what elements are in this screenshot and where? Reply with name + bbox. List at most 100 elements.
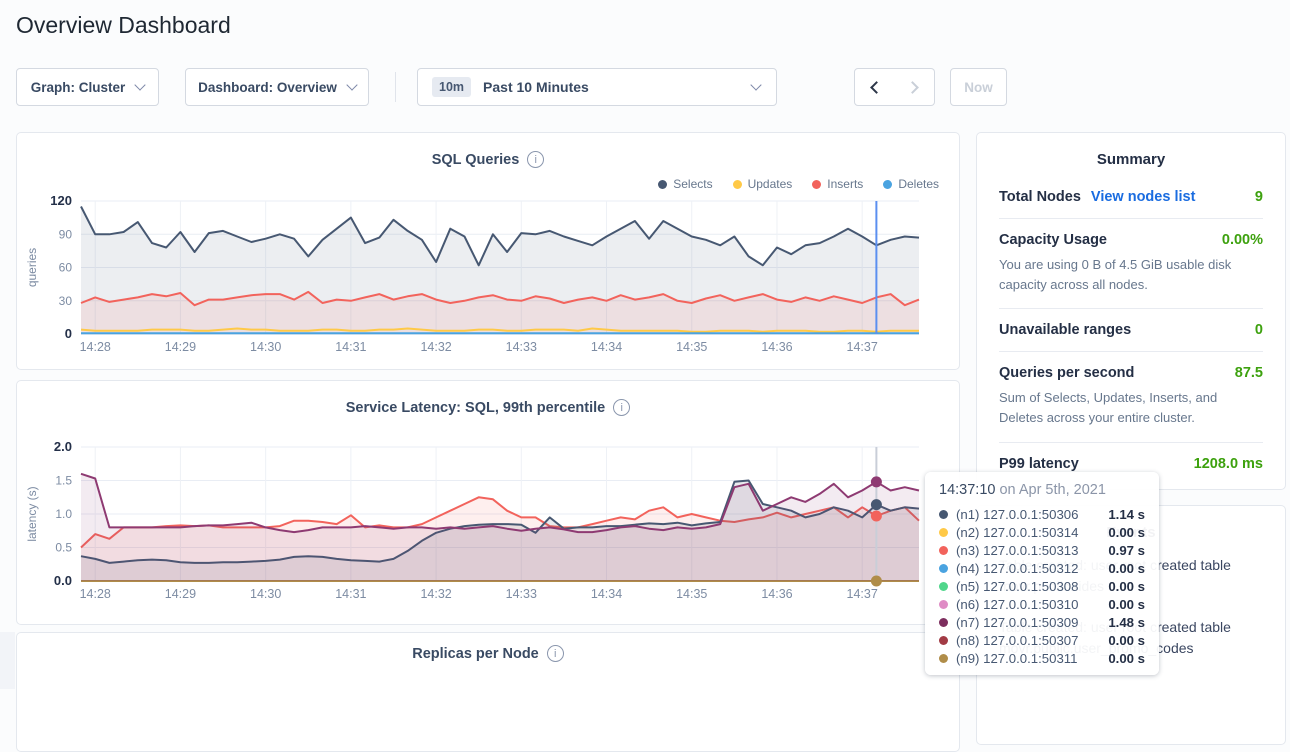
graph-dropdown-label: Graph: Cluster bbox=[31, 80, 126, 95]
svg-text:0.5: 0.5 bbox=[55, 541, 72, 555]
svg-text:30: 30 bbox=[59, 294, 73, 308]
sql-chart-canvas[interactable]: 030609012014:2814:2914:3014:3114:3214:33… bbox=[17, 133, 959, 369]
summary-row-capacity: Capacity Usage 0.00% You are using 0 B o… bbox=[999, 219, 1263, 309]
tooltip-rows: (n1) 127.0.0.1:503061.14 s(n2) 127.0.0.1… bbox=[939, 505, 1145, 667]
node-color-dot bbox=[939, 546, 948, 555]
svg-text:14:33: 14:33 bbox=[506, 340, 537, 354]
capacity-desc: You are using 0 B of 4.5 GiB usable disk… bbox=[999, 255, 1263, 295]
time-range-badge: 10m bbox=[432, 77, 471, 97]
node-value: 0.00 s bbox=[1108, 633, 1145, 648]
node-value: 0.00 s bbox=[1108, 561, 1145, 576]
svg-text:14:30: 14:30 bbox=[250, 340, 281, 354]
total-nodes-label: Total Nodes bbox=[999, 189, 1081, 205]
node-address: (n8) 127.0.0.1:50307 bbox=[956, 633, 1108, 648]
replicas-title-text: Replicas per Node bbox=[412, 646, 539, 662]
svg-text:14:33: 14:33 bbox=[506, 587, 537, 601]
dashboard-dropdown-label: Dashboard: Overview bbox=[198, 80, 337, 95]
dashboard-dropdown[interactable]: Dashboard: Overview bbox=[185, 68, 369, 106]
view-nodes-list-link[interactable]: View nodes list bbox=[1091, 189, 1196, 205]
svg-text:14:32: 14:32 bbox=[420, 587, 451, 601]
qps-value: 87.5 bbox=[1235, 365, 1263, 381]
node-color-dot bbox=[939, 654, 948, 663]
tooltip-node-row: (n4) 127.0.0.1:503120.00 s bbox=[939, 559, 1145, 577]
service-latency-card: Service Latency: SQL, 99th percentile i … bbox=[16, 380, 960, 625]
chevron-right-icon bbox=[906, 81, 919, 94]
tooltip-date: on Apr 5th, 2021 bbox=[995, 482, 1105, 498]
page: Overview Dashboard Graph: Cluster Dashbo… bbox=[0, 0, 1290, 689]
chart-svg: 030609012014:2814:2914:3014:3114:3214:33… bbox=[17, 133, 959, 369]
tooltip-node-row: (n7) 127.0.0.1:503091.48 s bbox=[939, 613, 1145, 631]
replicas-per-node-card: Replicas per Node i bbox=[16, 632, 960, 752]
graph-dropdown[interactable]: Graph: Cluster bbox=[16, 68, 159, 106]
chart-hover-tooltip: 14:37:10 on Apr 5th, 2021 (n1) 127.0.0.1… bbox=[925, 472, 1159, 675]
svg-text:14:36: 14:36 bbox=[761, 340, 792, 354]
svg-text:14:29: 14:29 bbox=[165, 340, 196, 354]
time-next-button[interactable] bbox=[894, 68, 935, 106]
latency-chart-canvas[interactable]: 0.00.51.01.52.014:2814:2914:3014:3114:32… bbox=[17, 381, 959, 624]
node-address: (n6) 127.0.0.1:50310 bbox=[956, 597, 1108, 612]
tooltip-timestamp: 14:37:10 on Apr 5th, 2021 bbox=[939, 482, 1145, 498]
node-color-dot bbox=[939, 618, 948, 627]
total-nodes-value: 9 bbox=[1255, 189, 1263, 205]
svg-text:latency (s): latency (s) bbox=[25, 486, 39, 541]
svg-text:2.0: 2.0 bbox=[54, 439, 72, 454]
capacity-value: 0.00% bbox=[1222, 232, 1263, 248]
svg-text:14:31: 14:31 bbox=[335, 340, 366, 354]
node-value: 0.00 s bbox=[1108, 597, 1145, 612]
node-value: 1.14 s bbox=[1108, 507, 1145, 522]
unavailable-ranges-label: Unavailable ranges bbox=[999, 322, 1131, 338]
chevron-down-icon bbox=[135, 79, 146, 90]
svg-text:14:30: 14:30 bbox=[250, 587, 281, 601]
node-address: (n3) 127.0.0.1:50313 bbox=[956, 543, 1108, 558]
replicas-title: Replicas per Node i bbox=[17, 633, 959, 662]
node-value: 0.00 s bbox=[1108, 525, 1145, 540]
summary-row-unavailable: Unavailable ranges 0 bbox=[999, 309, 1263, 352]
svg-text:14:37: 14:37 bbox=[847, 587, 878, 601]
tooltip-node-row: (n5) 127.0.0.1:503080.00 s bbox=[939, 577, 1145, 595]
svg-text:1.5: 1.5 bbox=[55, 474, 72, 488]
node-color-dot bbox=[939, 582, 948, 591]
node-address: (n7) 127.0.0.1:50309 bbox=[956, 615, 1108, 630]
node-color-dot bbox=[939, 510, 948, 519]
node-value: 0.97 s bbox=[1108, 543, 1145, 558]
svg-text:14:31: 14:31 bbox=[335, 587, 366, 601]
svg-text:14:37: 14:37 bbox=[847, 340, 878, 354]
node-color-dot bbox=[939, 564, 948, 573]
page-title: Overview Dashboard bbox=[16, 12, 231, 39]
svg-text:60: 60 bbox=[59, 261, 73, 275]
summary-card: Summary Total Nodes View nodes list 9 Ca… bbox=[976, 132, 1286, 490]
info-icon[interactable]: i bbox=[547, 645, 564, 662]
node-address: (n2) 127.0.0.1:50314 bbox=[956, 525, 1108, 540]
svg-text:14:29: 14:29 bbox=[165, 587, 196, 601]
time-prev-button[interactable] bbox=[854, 68, 895, 106]
sql-queries-card: SQL Queries i SelectsUpdatesInsertsDelet… bbox=[16, 132, 960, 370]
svg-text:14:36: 14:36 bbox=[761, 587, 792, 601]
svg-text:120: 120 bbox=[50, 193, 72, 208]
node-address: (n4) 127.0.0.1:50312 bbox=[956, 561, 1108, 576]
svg-text:1.0: 1.0 bbox=[55, 507, 72, 521]
svg-text:0.0: 0.0 bbox=[54, 573, 72, 588]
tooltip-time: 14:37:10 bbox=[939, 482, 995, 498]
p99-latency-value: 1208.0 ms bbox=[1194, 456, 1263, 472]
node-value: 0.00 s bbox=[1108, 579, 1145, 594]
tooltip-node-row: (n2) 127.0.0.1:503140.00 s bbox=[939, 523, 1145, 541]
chart-svg: 0.00.51.01.52.014:2814:2914:3014:3114:32… bbox=[17, 381, 959, 624]
capacity-label: Capacity Usage bbox=[999, 232, 1107, 248]
node-value: 1.48 s bbox=[1108, 615, 1145, 630]
tooltip-node-row: (n9) 127.0.0.1:503110.00 s bbox=[939, 649, 1145, 667]
now-button[interactable]: Now bbox=[950, 68, 1007, 106]
svg-text:queries: queries bbox=[25, 248, 39, 287]
time-range-label: Past 10 Minutes bbox=[483, 79, 589, 95]
tooltip-node-row: (n1) 127.0.0.1:503061.14 s bbox=[939, 505, 1145, 523]
svg-text:14:32: 14:32 bbox=[420, 340, 451, 354]
toolbar-divider bbox=[395, 72, 396, 102]
time-range-dropdown[interactable]: 10m Past 10 Minutes bbox=[417, 68, 777, 106]
summary-row-qps: Queries per second 87.5 Sum of Selects, … bbox=[999, 352, 1263, 442]
node-color-dot bbox=[939, 528, 948, 537]
svg-text:14:28: 14:28 bbox=[80, 340, 111, 354]
tooltip-node-row: (n6) 127.0.0.1:503100.00 s bbox=[939, 595, 1145, 613]
svg-text:14:35: 14:35 bbox=[676, 587, 707, 601]
svg-text:90: 90 bbox=[59, 227, 73, 241]
chevron-left-icon bbox=[870, 81, 883, 94]
node-color-dot bbox=[939, 636, 948, 645]
